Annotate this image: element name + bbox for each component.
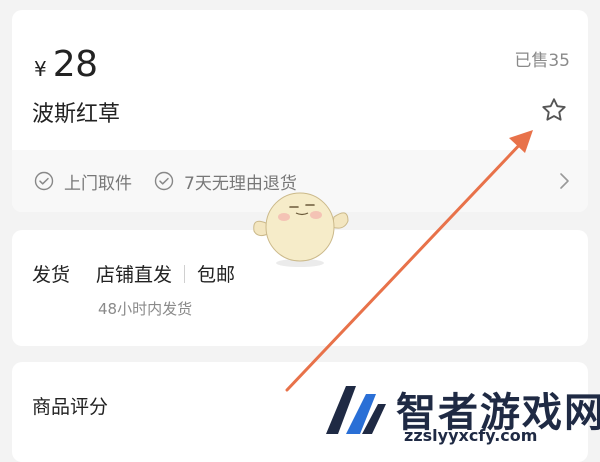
watermark-logo-icon xyxy=(326,386,386,434)
chevron-right-icon[interactable] xyxy=(558,172,570,190)
shipping-row: 发货 店铺直发 包邮 xyxy=(32,260,235,287)
price-row: ¥ 28 xyxy=(34,44,98,85)
product-price: 28 xyxy=(52,44,98,85)
star-icon[interactable] xyxy=(540,96,568,124)
review-title: 商品评分 xyxy=(32,396,109,418)
check-circle-icon xyxy=(154,171,174,191)
shipping-label: 发货 xyxy=(32,264,71,286)
product-card: ¥ 28 已售35 波斯红草 上门取件 7天无理由退货 xyxy=(12,10,588,212)
shipping-fee: 包邮 xyxy=(197,264,236,286)
promise-label: 上门取件 xyxy=(64,173,132,194)
mascot-sticker-icon xyxy=(253,192,349,267)
check-circle-icon xyxy=(34,171,54,191)
promise-item: 上门取件 xyxy=(34,169,132,194)
divider xyxy=(184,264,186,283)
sold-count: 已售35 xyxy=(514,51,570,71)
product-title: 波斯红草 xyxy=(32,102,121,127)
shipping-note: 48小时内发货 xyxy=(98,300,193,318)
currency-symbol: ¥ xyxy=(34,57,47,81)
watermark-url: zzslyyxcfy.com xyxy=(404,426,538,445)
shipping-method: 店铺直发 xyxy=(96,264,173,286)
site-watermark: 智者游戏网 zzslyyxcfy.com xyxy=(320,380,600,450)
